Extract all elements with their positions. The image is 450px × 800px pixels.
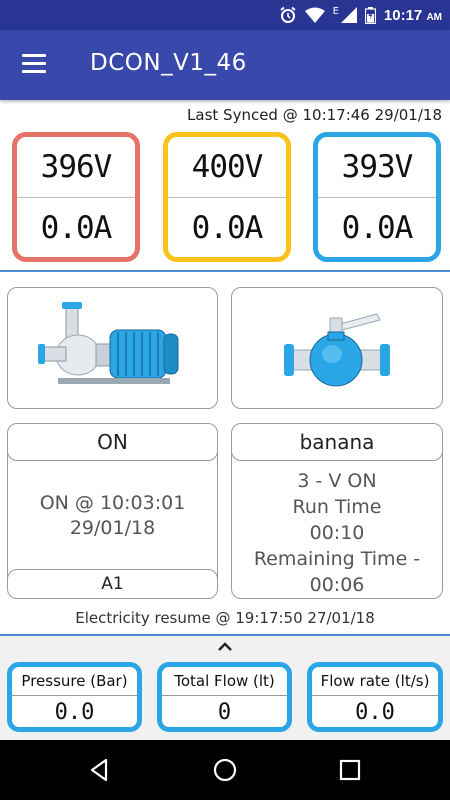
- voltage-readout: 393V: [318, 137, 436, 198]
- run-time-value: 00:10: [309, 522, 365, 544]
- chevron-up-icon[interactable]: [215, 640, 235, 654]
- phase-meter-blue: 393V 0.0A: [313, 132, 441, 262]
- flow-rate-value: 0.0: [355, 699, 395, 725]
- clock-time: 10:17: [383, 6, 423, 24]
- recents-icon[interactable]: [336, 756, 364, 784]
- current-readout: 0.0A: [40, 210, 113, 246]
- pressure-value: 0.0: [54, 699, 95, 725]
- voltage-readout: 396V: [17, 137, 135, 198]
- valve-name-header: banana: [232, 424, 442, 461]
- phase-meter-yellow: 400V 0.0A: [163, 132, 291, 262]
- last-synced-text: Last Synced @ 10:17:46 29/01/18: [187, 106, 442, 124]
- pump-status-header: ON: [8, 424, 217, 461]
- pump-status-card[interactable]: ON ON @ 10:03:01 29/01/18 A1: [7, 423, 218, 599]
- app-bar: DCON_V1_46: [0, 30, 450, 100]
- alarm-icon: [279, 6, 296, 23]
- flow-rate-gauge: Flow rate (lt/s) 0.0: [307, 662, 443, 732]
- status-clock: 10:17 AM: [384, 7, 442, 24]
- battery-icon: [364, 6, 376, 24]
- app-title: DCON_V1_46: [90, 50, 247, 76]
- phase-meter-red: 396V 0.0A: [12, 132, 140, 262]
- run-time-label: Run Time: [292, 496, 382, 518]
- valve-icon: [284, 313, 390, 387]
- back-icon[interactable]: [86, 756, 114, 784]
- valve-state: 3 - V ON: [297, 470, 377, 492]
- total-flow-label: Total Flow (lt): [162, 667, 287, 696]
- electricity-resume-text: Electricity resume @ 19:17:50 27/01/18: [75, 609, 375, 627]
- pump-on-time: ON @ 10:03:01: [39, 492, 186, 514]
- pump-card[interactable]: [7, 287, 218, 409]
- pressure-label: Pressure (Bar): [12, 667, 137, 696]
- total-flow-value: 0: [217, 699, 232, 725]
- valve-card[interactable]: [231, 287, 443, 409]
- system-nav-bar: [0, 740, 450, 800]
- pressure-gauge: Pressure (Bar) 0.0: [7, 662, 142, 732]
- pump-id-footer: A1: [8, 569, 217, 598]
- voltage-readout: 400V: [168, 137, 286, 198]
- total-flow-gauge: Total Flow (lt) 0: [157, 662, 292, 732]
- status-icons: E 10:17 AM: [279, 5, 442, 25]
- valve-status-card[interactable]: banana 3 - V ON Run Time 00:10 Remaining…: [231, 423, 443, 599]
- current-readout: 0.0A: [191, 210, 264, 246]
- current-readout: 0.0A: [341, 210, 414, 246]
- menu-icon[interactable]: [22, 54, 48, 76]
- flow-rate-label: Flow rate (lt/s): [312, 667, 438, 696]
- remaining-time-value: 00:06: [309, 574, 365, 596]
- status-bar: E 10:17 AM: [0, 0, 450, 30]
- pump-icon: [38, 302, 179, 384]
- pump-on-date: 29/01/18: [69, 517, 156, 539]
- bottom-panel: Pressure (Bar) 0.0 Total Flow (lt) 0 Flo…: [0, 634, 450, 740]
- network-type-label: E: [332, 5, 339, 17]
- section-divider: [0, 270, 450, 272]
- signal-icon: [340, 7, 357, 23]
- wifi-icon: [304, 7, 325, 23]
- home-icon[interactable]: [211, 756, 239, 784]
- remaining-time-label: Remaining Time -: [253, 548, 421, 570]
- clock-ampm: AM: [426, 11, 442, 23]
